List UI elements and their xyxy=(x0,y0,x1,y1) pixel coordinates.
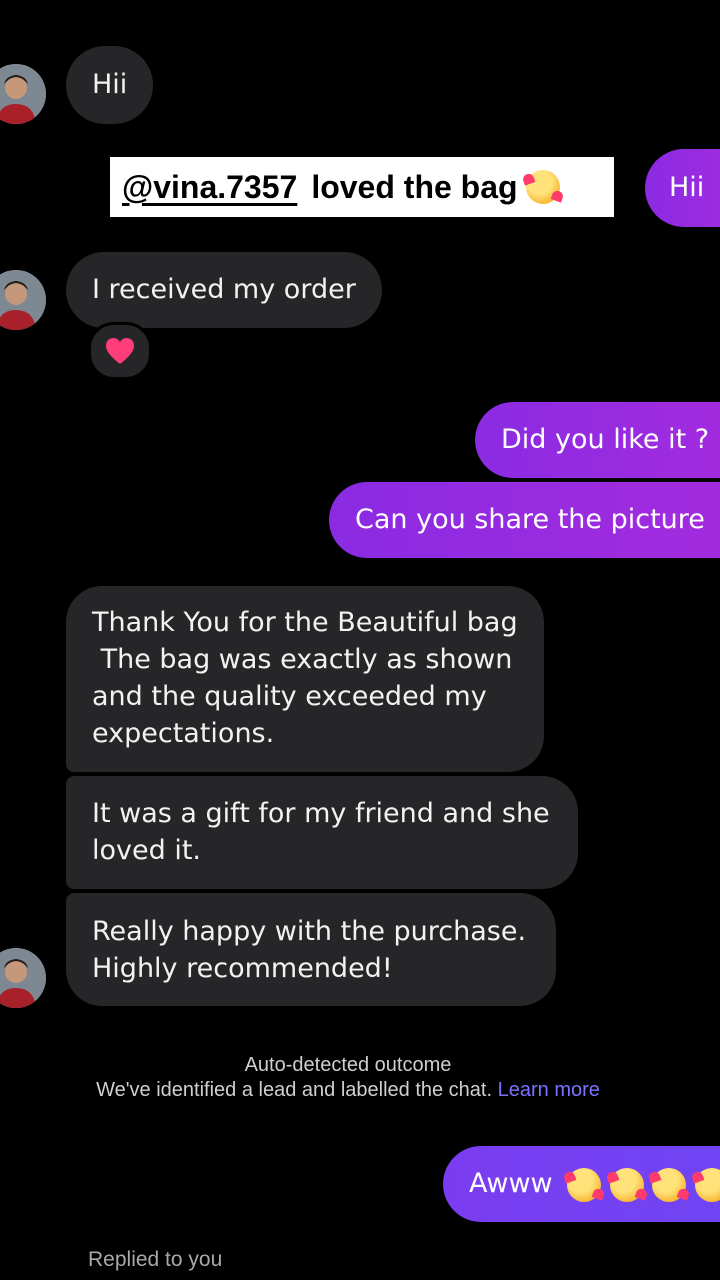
smiling-hearts-emoji-icon xyxy=(567,1167,602,1202)
notice-text: We've identified a lead and labelled the… xyxy=(96,1079,493,1101)
message-outgoing[interactable]: Did you like it ? xyxy=(475,402,720,478)
message-incoming[interactable]: I received my order xyxy=(66,252,382,328)
message-text-line: and the quality exceeded my xyxy=(92,681,487,712)
smiling-hearts-emoji-icon xyxy=(652,1167,687,1202)
contact-avatar[interactable] xyxy=(0,270,46,330)
chat-thread: Hii @vina.7357 loved the bag Hii I recei… xyxy=(0,0,720,1280)
story-reply-sticker[interactable]: @vina.7357 loved the bag xyxy=(110,157,614,217)
auto-detected-notice: Auto-detected outcome We've identified a… xyxy=(0,1053,696,1103)
message-reaction[interactable] xyxy=(88,322,152,380)
contact-avatar[interactable] xyxy=(0,64,46,124)
smiling-hearts-emoji-icon xyxy=(695,1167,720,1202)
avatar-image xyxy=(0,64,46,124)
contact-avatar[interactable] xyxy=(0,948,46,1008)
heart-icon xyxy=(106,338,134,364)
message-outgoing[interactable]: Can you share the picture xyxy=(329,482,720,558)
message-incoming[interactable]: It was a gift for my friend and she love… xyxy=(66,776,578,889)
message-incoming[interactable]: Really happy with the purchase. Highly r… xyxy=(66,893,556,1006)
message-text-line: loved it. xyxy=(92,835,202,866)
message-outgoing[interactable]: Awww xyxy=(443,1146,720,1222)
message-text: Awww xyxy=(469,1168,553,1199)
avatar-image xyxy=(0,270,46,330)
smiling-hearts-emoji-icon xyxy=(609,1167,644,1202)
smiling-hearts-emoji-icon xyxy=(525,170,560,204)
message-text: Hii xyxy=(669,172,705,203)
message-outgoing[interactable]: Hii xyxy=(645,149,720,227)
story-handle-link[interactable]: @vina.7357 xyxy=(122,169,297,206)
message-text: Did you like it ? xyxy=(501,424,710,455)
story-sticker-text: loved the bag xyxy=(311,168,518,205)
message-text-line: The bag was exactly as shown xyxy=(92,644,513,675)
message-text-line: Thank You for the Beautiful bag xyxy=(92,607,518,638)
message-text-line: Really happy with the purchase. xyxy=(92,916,527,947)
learn-more-link[interactable]: Learn more xyxy=(498,1079,600,1101)
message-text: Hii xyxy=(92,69,128,100)
notice-body: We've identified a lead and labelled the… xyxy=(0,1078,696,1103)
message-text-line: expectations. xyxy=(92,718,275,749)
replied-to-you-label: Replied to you xyxy=(88,1248,223,1271)
notice-title: Auto-detected outcome xyxy=(244,1054,452,1076)
message-text: Can you share the picture xyxy=(355,504,705,535)
message-text: I received my order xyxy=(92,274,356,305)
message-text-line: It was a gift for my friend and she xyxy=(92,798,550,829)
message-incoming[interactable]: Thank You for the Beautiful bag The bag … xyxy=(66,586,544,772)
message-text-line: Highly recommended! xyxy=(92,953,393,984)
avatar-image xyxy=(0,948,46,1008)
message-incoming[interactable]: Hii xyxy=(66,46,154,124)
